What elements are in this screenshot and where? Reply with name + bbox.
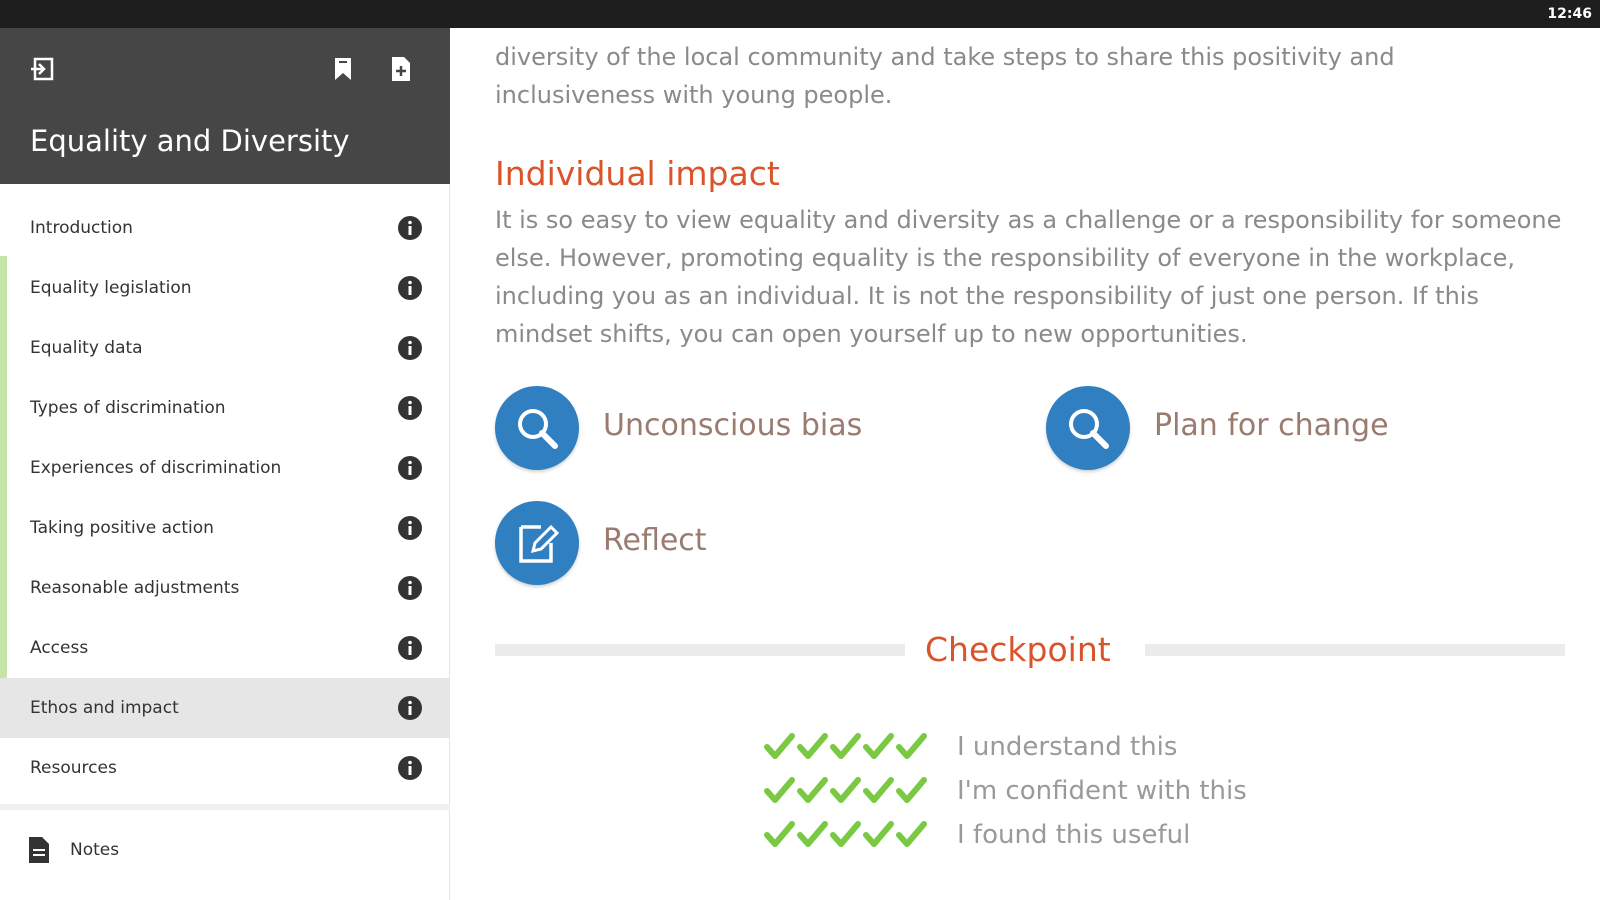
sidebar-item-ethos-and-impact[interactable]: Ethos and impact xyxy=(0,678,450,738)
sidebar-item-equality-legislation[interactable]: Equality legislation xyxy=(0,258,450,318)
check-icon xyxy=(896,777,927,803)
sidebar-item-label: Reasonable adjustments xyxy=(30,578,240,598)
checkpoint-divider-right xyxy=(1145,644,1565,656)
check-icon xyxy=(830,733,861,759)
status-bar: 12:46 xyxy=(0,0,1600,28)
info-icon[interactable] xyxy=(398,516,422,540)
section-heading: Individual impact xyxy=(495,154,780,193)
check-icon xyxy=(764,733,795,759)
info-icon[interactable] xyxy=(398,216,422,240)
checkpoint-row-confident: I'm confident with this xyxy=(764,774,1464,810)
main-content: diversity of the local community and tak… xyxy=(451,28,1600,900)
check-icon xyxy=(797,821,828,847)
sidebar-item-label: Ethos and impact xyxy=(30,698,179,718)
info-icon[interactable] xyxy=(398,756,422,780)
sidebar: Equality and Diversity Introduction Equa… xyxy=(0,28,450,900)
sidebar-item-label: Equality data xyxy=(30,338,143,358)
notes-button[interactable]: Notes xyxy=(28,832,228,868)
sidebar-item-label: Equality legislation xyxy=(30,278,192,298)
bookmark-icon[interactable] xyxy=(330,56,356,82)
check-icon xyxy=(797,733,828,759)
tile-label: Plan for change xyxy=(1154,408,1389,443)
check-icon xyxy=(896,821,927,847)
check-icon xyxy=(830,777,861,803)
info-icon[interactable] xyxy=(398,636,422,660)
notes-label: Notes xyxy=(70,840,120,860)
info-icon[interactable] xyxy=(398,576,422,600)
checkpoint-row-useful: I found this useful xyxy=(764,818,1464,854)
check-icon xyxy=(764,821,795,847)
sidebar-item-equality-data[interactable]: Equality data xyxy=(0,318,450,378)
tile-label: Reflect xyxy=(603,523,707,558)
sidebar-item-label: Types of discrimination xyxy=(30,398,226,418)
rating-checks[interactable] xyxy=(764,732,928,762)
status-time: 12:46 xyxy=(1547,6,1592,22)
tile-label: Unconscious bias xyxy=(603,408,863,443)
intro-line-2: inclusiveness with young people. xyxy=(495,81,893,109)
sidebar-item-access[interactable]: Access xyxy=(0,618,450,678)
sidebar-item-label: Access xyxy=(30,638,89,658)
sidebar-item-experiences-of-discrimination[interactable]: Experiences of discrimination xyxy=(0,438,450,498)
check-icon xyxy=(863,733,894,759)
checkpoint-row-understand: I understand this xyxy=(764,730,1464,766)
info-icon[interactable] xyxy=(398,336,422,360)
sidebar-header: Equality and Diversity xyxy=(0,28,450,184)
info-icon[interactable] xyxy=(398,396,422,420)
sidebar-item-reasonable-adjustments[interactable]: Reasonable adjustments xyxy=(0,558,450,618)
sidebar-item-label: Resources xyxy=(30,758,117,778)
exit-icon[interactable] xyxy=(30,56,56,82)
check-icon xyxy=(764,777,795,803)
sidebar-title: Equality and Diversity xyxy=(30,124,350,158)
check-icon xyxy=(830,821,861,847)
info-icon[interactable] xyxy=(398,696,422,720)
note-icon xyxy=(29,837,49,863)
edit-note-icon xyxy=(519,524,560,563)
sidebar-item-taking-positive-action[interactable]: Taking positive action xyxy=(0,498,450,558)
tile-reflect[interactable]: Reflect xyxy=(495,501,915,585)
body-paragraph: It is so easy to view equality and diver… xyxy=(495,206,1562,348)
tile-unconscious-bias[interactable]: Unconscious bias xyxy=(495,386,915,470)
checkpoint-label: I'm confident with this xyxy=(957,776,1247,806)
check-icon xyxy=(797,777,828,803)
checkpoint-label: I found this useful xyxy=(957,820,1191,850)
sidebar-item-label: Introduction xyxy=(30,218,133,238)
tile-icon-circle xyxy=(495,501,579,585)
check-icon xyxy=(863,777,894,803)
rating-checks[interactable] xyxy=(764,776,928,806)
sidebar-item-resources[interactable]: Resources xyxy=(0,738,450,798)
add-note-icon[interactable] xyxy=(388,56,414,82)
intro-line-1: diversity of the local community and tak… xyxy=(495,43,1395,71)
sidebar-item-label: Taking positive action xyxy=(30,518,214,538)
sidebar-item-types-of-discrimination[interactable]: Types of discrimination xyxy=(0,378,450,438)
tile-icon-circle xyxy=(1046,386,1130,470)
info-icon[interactable] xyxy=(398,276,422,300)
magnifier-icon xyxy=(518,409,558,449)
checkpoint-label: I understand this xyxy=(957,732,1178,762)
rating-checks[interactable] xyxy=(764,820,928,850)
checkpoint-title: Checkpoint xyxy=(925,630,1111,669)
sidebar-item-label: Experiences of discrimination xyxy=(30,458,282,478)
magnifier-icon xyxy=(1069,409,1109,449)
tile-icon-circle xyxy=(495,386,579,470)
sidebar-divider xyxy=(0,804,450,810)
sidebar-item-introduction[interactable]: Introduction xyxy=(0,198,450,258)
checkpoint-divider-left xyxy=(495,644,905,656)
info-icon[interactable] xyxy=(398,456,422,480)
check-icon xyxy=(896,733,927,759)
check-icon xyxy=(863,821,894,847)
tile-plan-for-change[interactable]: Plan for change xyxy=(1046,386,1466,470)
